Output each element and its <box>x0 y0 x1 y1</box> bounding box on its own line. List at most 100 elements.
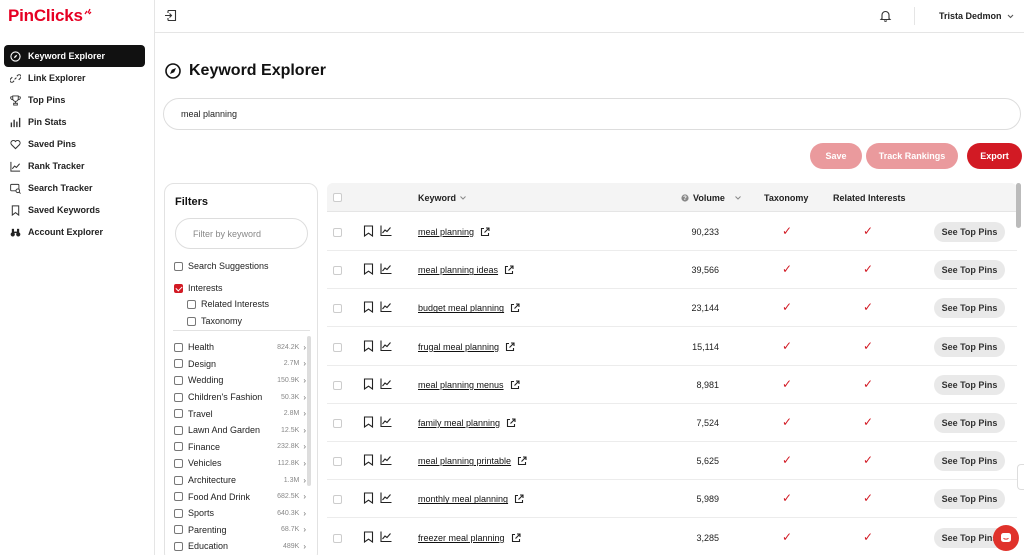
keyword-link[interactable]: meal planning <box>418 227 490 237</box>
category-item[interactable]: Children's Fashion 50.3K › <box>174 389 306 406</box>
see-top-pins-button[interactable]: See Top Pins <box>934 298 1005 319</box>
trend-icon[interactable] <box>380 263 392 275</box>
checkbox[interactable] <box>174 442 183 452</box>
taxonomy-option[interactable]: Taxonomy <box>187 316 242 326</box>
select-all-checkbox[interactable] <box>333 193 342 202</box>
bookmark-icon[interactable] <box>363 225 374 237</box>
keyword-search-input[interactable]: meal planning <box>163 98 1021 130</box>
trend-icon[interactable] <box>380 531 392 542</box>
sidebar-item-pin-stats[interactable]: Pin Stats <box>4 111 145 133</box>
trend-icon[interactable] <box>380 340 392 351</box>
sidebar-item-top-pins[interactable]: Top Pins <box>4 89 145 111</box>
see-top-pins-button[interactable]: See Top Pins <box>934 336 1005 357</box>
checkbox[interactable] <box>174 425 183 435</box>
column-volume[interactable]: ? Volume <box>681 193 741 203</box>
keyword-link[interactable]: frugal meal planning <box>418 342 515 352</box>
trend-icon[interactable] <box>380 378 392 389</box>
external-link-icon[interactable] <box>506 418 516 428</box>
category-item[interactable]: Education 489K › <box>174 538 306 555</box>
track-rankings-button[interactable]: Track Rankings <box>866 143 958 169</box>
row-checkbox[interactable] <box>333 457 342 467</box>
category-item[interactable]: Food And Drink 682.5K › <box>174 488 306 505</box>
external-link-icon[interactable] <box>510 303 520 313</box>
sidebar-item-saved-pins[interactable]: Saved Pins <box>4 133 145 155</box>
checkbox[interactable] <box>174 475 183 485</box>
category-item[interactable]: Health 824.2K › <box>174 339 306 356</box>
see-top-pins-button[interactable]: See Top Pins <box>934 374 1005 395</box>
checkbox[interactable] <box>187 316 196 326</box>
category-item[interactable]: Vehicles 112.8K › <box>174 455 306 472</box>
keyword-link[interactable]: freezer meal planning <box>418 533 521 543</box>
related-interests-option[interactable]: Related Interests <box>187 299 269 309</box>
checkbox[interactable] <box>174 541 183 551</box>
column-keyword[interactable]: Keyword <box>418 193 466 203</box>
search-suggestions-option[interactable]: Search Suggestions <box>174 261 269 271</box>
chat-button[interactable] <box>993 525 1019 551</box>
side-panel-handle[interactable] <box>1017 464 1024 490</box>
sidebar-item-search-tracker[interactable]: Search Tracker <box>4 177 145 199</box>
bookmark-icon[interactable] <box>363 378 374 390</box>
keyword-link[interactable]: budget meal planning <box>418 303 520 313</box>
bookmark-icon[interactable] <box>363 492 374 505</box>
category-item[interactable]: Architecture 1.3M › <box>174 472 306 489</box>
category-item[interactable]: Travel 2.8M › <box>174 405 306 422</box>
interests-option[interactable]: Interests <box>174 283 223 293</box>
sidebar-item-link-explorer[interactable]: Link Explorer <box>4 67 145 89</box>
external-link-icon[interactable] <box>505 342 515 352</box>
logo[interactable]: PinClicks <box>8 6 92 26</box>
checkbox[interactable] <box>174 508 183 518</box>
checkbox[interactable] <box>174 392 183 402</box>
trend-icon[interactable] <box>380 225 392 236</box>
checkbox[interactable] <box>174 458 183 468</box>
bookmark-icon[interactable] <box>363 531 374 543</box>
keyword-link[interactable]: monthly meal planning <box>418 494 524 504</box>
trend-icon[interactable] <box>380 416 392 427</box>
table-scrollbar[interactable] <box>1016 183 1021 228</box>
category-item[interactable]: Design 2.7M › <box>174 356 306 373</box>
sidebar-item-keyword-explorer[interactable]: Keyword Explorer <box>4 45 145 67</box>
checkbox[interactable] <box>174 359 183 369</box>
sidebar-item-account-explorer[interactable]: Account Explorer <box>4 221 145 243</box>
user-menu[interactable]: Trista Dedmon <box>939 11 1014 21</box>
category-item[interactable]: Finance 232.8K › <box>174 439 306 456</box>
see-top-pins-button[interactable]: See Top Pins <box>934 451 1005 472</box>
row-checkbox[interactable] <box>333 266 342 276</box>
external-link-icon[interactable] <box>480 227 490 237</box>
filter-keyword-input[interactable]: Filter by keyword <box>175 218 308 249</box>
keyword-link[interactable]: family meal planning <box>418 418 516 428</box>
external-link-icon[interactable] <box>510 380 520 390</box>
checkbox[interactable] <box>174 261 183 271</box>
keyword-link[interactable]: meal planning ideas <box>418 265 514 275</box>
keyword-link[interactable]: meal planning menus <box>418 380 520 390</box>
row-checkbox[interactable] <box>333 304 342 314</box>
checkbox[interactable] <box>174 409 183 419</box>
save-button[interactable]: Save <box>810 143 862 169</box>
bookmark-icon[interactable] <box>363 416 374 428</box>
trend-icon[interactable] <box>380 301 392 313</box>
see-top-pins-button[interactable]: See Top Pins <box>934 260 1005 281</box>
external-link-icon[interactable] <box>504 265 514 275</box>
checkbox[interactable] <box>174 525 183 535</box>
filter-scrollbar[interactable] <box>307 336 311 486</box>
external-link-icon[interactable] <box>517 456 527 466</box>
bell-icon[interactable] <box>879 9 892 22</box>
row-checkbox[interactable] <box>333 419 342 428</box>
row-checkbox[interactable] <box>333 342 342 352</box>
category-item[interactable]: Parenting 68.7K › <box>174 522 306 539</box>
row-checkbox[interactable] <box>333 533 342 543</box>
export-button[interactable]: Export <box>967 143 1022 169</box>
sidebar-item-saved-keywords[interactable]: Saved Keywords <box>4 199 145 221</box>
category-item[interactable]: Lawn And Garden 12.5K › <box>174 422 306 439</box>
row-checkbox[interactable] <box>333 380 342 390</box>
row-checkbox[interactable] <box>333 495 342 505</box>
external-link-icon[interactable] <box>511 533 521 543</box>
category-item[interactable]: Sports 640.3K › <box>174 505 306 522</box>
trend-icon[interactable] <box>380 492 392 504</box>
bookmark-icon[interactable] <box>363 263 374 276</box>
checkbox[interactable] <box>187 299 196 309</box>
bookmark-icon[interactable] <box>363 454 374 467</box>
see-top-pins-button[interactable]: See Top Pins <box>934 489 1005 510</box>
bookmark-icon[interactable] <box>363 301 374 314</box>
checkbox[interactable] <box>174 342 183 352</box>
external-link-icon[interactable] <box>514 494 524 504</box>
